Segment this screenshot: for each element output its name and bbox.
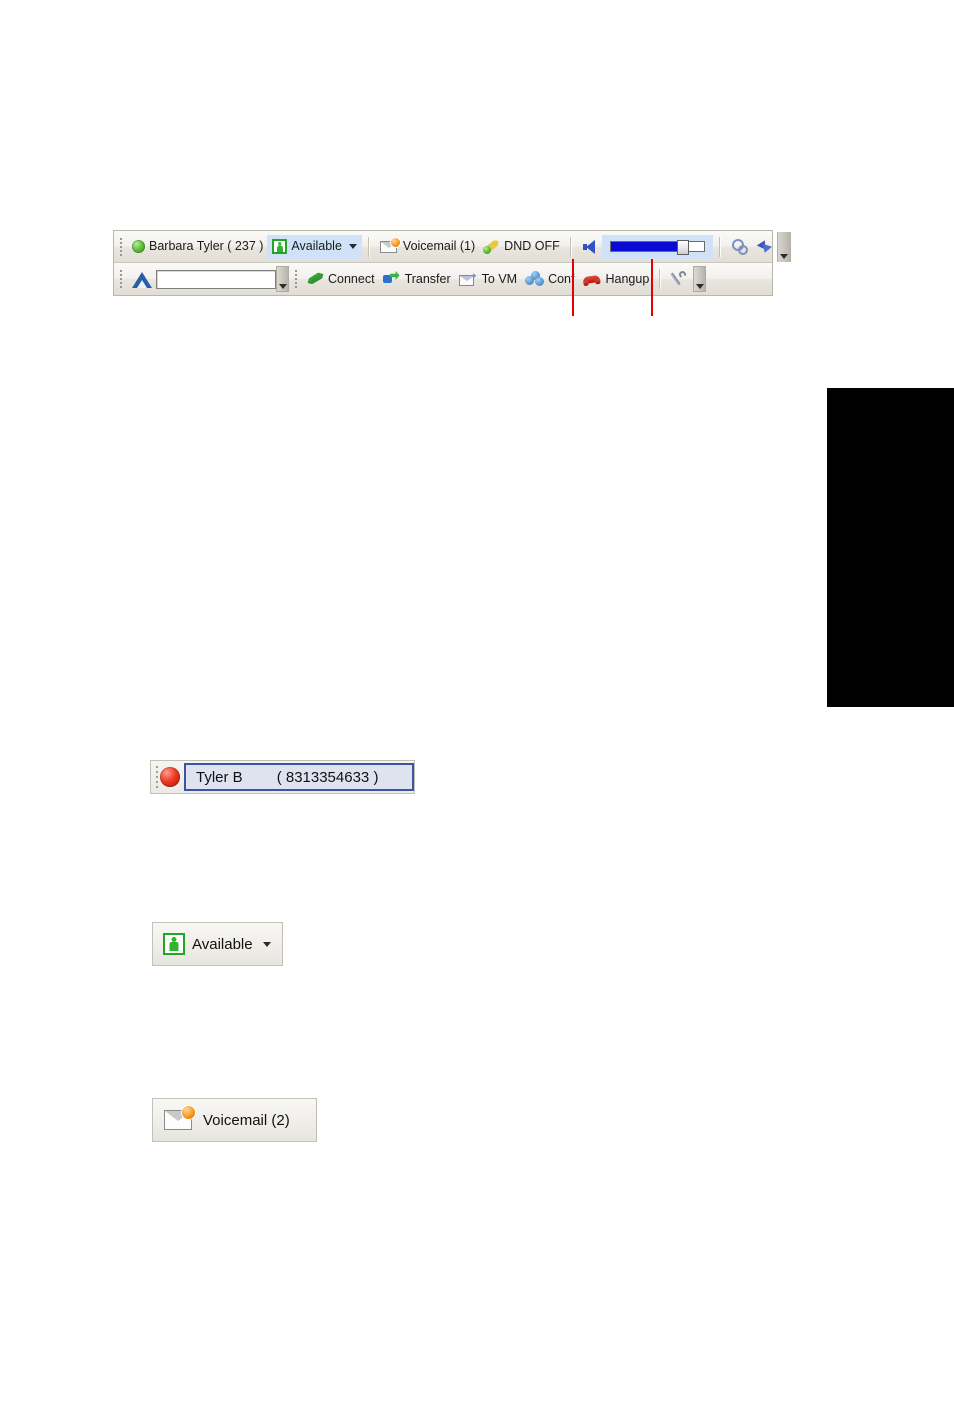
toolbar-row-call-controls: Connect Transfer ✦ To VM Conf Hangup <box>114 263 772 295</box>
caller-name-box[interactable]: Tyler B ( 8313354633 ) <box>184 763 414 791</box>
dnd-toggle-button[interactable]: DND OFF <box>479 235 564 259</box>
envelope-with-badge-icon <box>379 237 400 254</box>
connect-label: Connect <box>328 271 375 286</box>
conference-icon <box>525 271 545 287</box>
toolbar-group-grip-handle[interactable] <box>291 268 300 290</box>
volume-slider-thumb[interactable] <box>676 240 689 255</box>
connect-button[interactable]: Connect <box>303 267 379 291</box>
separator <box>569 236 572 257</box>
arrow-tool-icon <box>756 237 773 255</box>
green-status-dot <box>132 240 145 253</box>
person-in-box-icon <box>163 933 185 955</box>
conf-button[interactable]: Conf <box>521 267 578 291</box>
speaker-icon <box>582 239 598 254</box>
separator <box>718 236 721 257</box>
settings-button[interactable] <box>667 267 691 291</box>
to-vm-button[interactable]: ✦ To VM <box>455 267 521 291</box>
to-vm-label: To VM <box>481 271 518 286</box>
transfer-arrows-icon <box>382 271 401 287</box>
transfer-label: Transfer <box>404 271 451 286</box>
blue-triangle-icon <box>132 271 152 288</box>
hangup-label: Hangup <box>605 271 650 286</box>
chevron-down-icon <box>780 253 789 259</box>
toolbar-grip-handle[interactable] <box>116 236 125 258</box>
green-handset-icon <box>307 271 324 287</box>
speaker-button[interactable] <box>578 235 602 259</box>
dial-icon-button[interactable] <box>128 267 156 291</box>
red-handset-icon <box>582 272 601 286</box>
phone-toolbar: Barbara Tyler ( 237 ) Available Voicemai… <box>113 230 791 296</box>
rings-icon <box>731 239 748 255</box>
conf-label: Conf <box>548 271 575 286</box>
wrench-icon <box>670 270 688 287</box>
volume-slider-callout-line <box>651 259 653 316</box>
grip-handle[interactable] <box>153 764 160 790</box>
person-in-box-icon <box>272 239 288 254</box>
chevron-down-icon <box>262 941 271 947</box>
dial-input[interactable] <box>156 269 276 289</box>
envelope-with-badge-icon <box>164 1106 195 1131</box>
availability-label: Available <box>192 935 253 953</box>
volume-slider-fill <box>610 242 680 251</box>
caller-number: ( 8313354633 ) <box>276 768 379 786</box>
toolbar-row2-overflow-button[interactable] <box>693 266 707 292</box>
caller-entry-callout[interactable]: Tyler B ( 8313354633 ) <box>150 760 415 794</box>
transfer-button[interactable]: Transfer <box>379 267 455 291</box>
voicemail-button[interactable]: Voicemail (1) <box>376 235 479 259</box>
dnd-label: DND OFF <box>504 239 560 254</box>
caller-name: Tyler B <box>196 768 243 786</box>
availability-dropdown[interactable]: Available <box>267 234 362 259</box>
dnd-handset-icon <box>483 239 500 254</box>
volume-slider[interactable] <box>609 240 705 255</box>
voicemail-button-callout[interactable]: Voicemail (2) <box>152 1098 317 1142</box>
separator <box>659 269 662 289</box>
rings-tool-button[interactable] <box>727 235 752 259</box>
hangup-button[interactable]: Hangup <box>578 267 653 291</box>
dial-overflow-button[interactable] <box>276 266 289 292</box>
red-status-dot <box>160 767 180 787</box>
toolbar-row1-overflow-button[interactable] <box>776 231 791 262</box>
toolbar-row-status: Barbara Tyler ( 237 ) Available Voicemai… <box>114 231 791 263</box>
chevron-down-icon <box>278 284 287 289</box>
chevron-down-icon <box>348 244 357 249</box>
speaker-callout-line <box>572 259 574 316</box>
user-label: Barbara Tyler ( 237 ) <box>149 239 264 254</box>
separator <box>367 236 370 257</box>
arrow-tool-button[interactable] <box>752 235 777 259</box>
availability-label: Available <box>291 239 342 254</box>
user-presence-item[interactable]: Barbara Tyler ( 237 ) <box>128 235 267 259</box>
volume-slider-container[interactable] <box>601 234 713 259</box>
chevron-down-icon <box>695 284 704 289</box>
voicemail-label: Voicemail (1) <box>402 239 476 254</box>
voicemail-label: Voicemail (2) <box>203 1111 290 1129</box>
availability-button-callout[interactable]: Available <box>152 922 283 966</box>
to-voicemail-icon: ✦ <box>458 271 478 287</box>
toolbar-grip-handle[interactable] <box>116 268 125 290</box>
black-block <box>827 388 954 707</box>
